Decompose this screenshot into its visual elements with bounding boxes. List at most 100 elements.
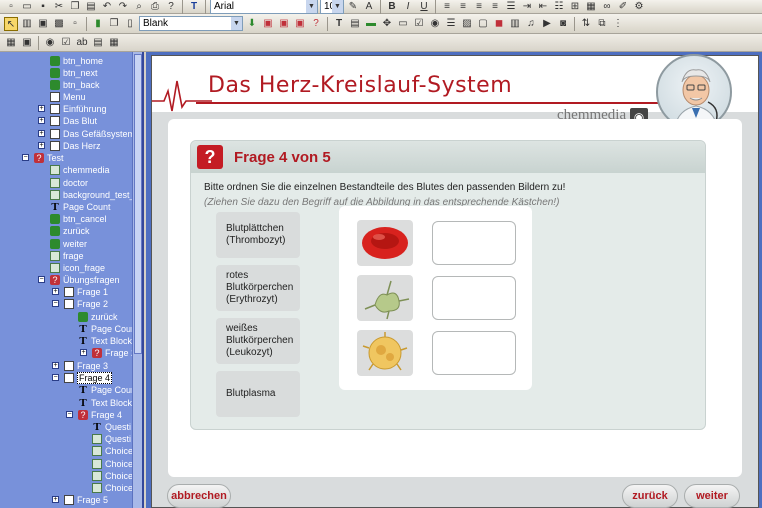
tree-item[interactable]: +? Frage 2 xyxy=(80,347,136,359)
pointer-tool-icon[interactable]: ↖ xyxy=(4,16,18,31)
collapse-icon[interactable]: − xyxy=(52,374,59,381)
tree-item[interactable]: zurück xyxy=(50,225,90,237)
expand-icon[interactable]: + xyxy=(38,105,45,112)
line-color-icon[interactable]: ✎ xyxy=(346,0,360,14)
tree-item[interactable]: T Page Cour xyxy=(78,384,134,396)
media-icon[interactable]: ▩ xyxy=(52,17,66,31)
align-center-icon[interactable]: ≡ xyxy=(456,0,470,14)
tree-item[interactable]: Choice xyxy=(92,470,133,482)
open-icon[interactable]: ▭ xyxy=(20,0,34,14)
wrap-icon[interactable]: ⊞ xyxy=(568,0,582,14)
tree-item[interactable]: + Frage 5 xyxy=(52,494,108,506)
term-drag-item[interactable]: weißes Blutkörperchen (Leukozyt) xyxy=(216,318,300,364)
list-icon[interactable]: ☰ xyxy=(504,0,518,14)
tree-item[interactable]: btn_home xyxy=(50,55,103,67)
tree-item[interactable]: −? Übungsfragen xyxy=(38,274,120,286)
table-tool-icon[interactable]: ▦ xyxy=(107,36,121,50)
term-drag-item[interactable]: Blutplasma xyxy=(216,371,300,417)
font-name-select[interactable]: Arial ▼ xyxy=(210,0,318,14)
drop-slot[interactable] xyxy=(432,276,516,320)
group-icon[interactable]: ⧉ xyxy=(595,17,609,31)
flash-icon[interactable]: ◼ xyxy=(492,17,506,31)
copy-icon[interactable]: ❐ xyxy=(68,0,82,14)
tree-item[interactable]: − Frage 4 xyxy=(52,372,113,384)
tree-item[interactable]: T Questi xyxy=(92,421,131,433)
grid-icon[interactable]: ▦ xyxy=(4,36,18,50)
tree-item[interactable]: btn_next xyxy=(50,67,98,79)
video-icon[interactable]: ▶ xyxy=(540,17,554,31)
copy-page-icon[interactable]: ❐ xyxy=(107,17,121,31)
input-object-icon[interactable]: ▭ xyxy=(396,17,410,31)
bold-icon[interactable]: B xyxy=(385,0,399,14)
term-drag-item[interactable]: rotes Blutkörperchen (Erythrozyt) xyxy=(216,265,300,311)
collapse-icon[interactable]: − xyxy=(52,300,59,307)
tree-item[interactable]: T Text Block xyxy=(78,335,132,347)
list-object-icon[interactable]: ☰ xyxy=(444,17,458,31)
arrange-icon[interactable]: ⇅ xyxy=(579,17,593,31)
image-object-icon[interactable]: ▤ xyxy=(348,17,362,31)
table-icon[interactable]: ▦ xyxy=(584,0,598,14)
field-tool-icon[interactable]: ab xyxy=(75,36,89,50)
expand-icon[interactable]: + xyxy=(80,349,87,356)
align-left-icon[interactable]: ≡ xyxy=(440,0,454,14)
page-layout-icon[interactable]: ▥ xyxy=(20,17,34,31)
blank-page-icon[interactable]: ▯ xyxy=(123,17,137,31)
tree-item[interactable]: −? Frage 4 xyxy=(66,409,122,421)
help-question-icon[interactable]: ? xyxy=(309,17,323,31)
radio-object-icon[interactable]: ◉ xyxy=(428,17,442,31)
tree-item[interactable]: doctor xyxy=(50,177,88,189)
hotspot-icon[interactable]: ✥ xyxy=(380,17,394,31)
help-icon[interactable]: ? xyxy=(164,0,178,14)
expand-icon[interactable]: + xyxy=(38,130,45,137)
tree-item[interactable]: chemmedia xyxy=(50,164,110,176)
film-icon[interactable]: ◙ xyxy=(556,17,570,31)
text-tool-icon[interactable]: T xyxy=(187,0,201,14)
frame-layout-icon[interactable]: ▣ xyxy=(20,36,34,50)
expand-icon[interactable]: + xyxy=(38,117,45,124)
tree-item[interactable]: + Frage 1 xyxy=(52,286,108,298)
style-select[interactable]: Blank ▼ xyxy=(139,16,243,31)
undo-icon[interactable]: ↶ xyxy=(100,0,114,14)
tree-item[interactable]: btn_cancel xyxy=(50,213,107,225)
question-icon[interactable]: ▣ xyxy=(261,17,275,31)
scroll-thumb[interactable] xyxy=(134,54,142,354)
cancel-button[interactable]: abbrechen xyxy=(167,484,231,508)
tree-item[interactable]: Choice xyxy=(92,458,133,470)
tree-item[interactable]: + Frage 3 xyxy=(52,360,108,372)
font-size-select[interactable]: 10 ▼ xyxy=(320,0,344,14)
frame-icon[interactable]: ▣ xyxy=(36,17,50,31)
align-right-icon[interactable]: ≡ xyxy=(472,0,486,14)
drop-slot[interactable] xyxy=(432,221,516,265)
save-icon[interactable]: ▪ xyxy=(36,0,50,14)
indent-icon[interactable]: ⇥ xyxy=(520,0,534,14)
target-object-icon[interactable]: ▢ xyxy=(476,17,490,31)
chart-object-icon[interactable]: ▥ xyxy=(508,17,522,31)
tree-item[interactable]: Choice xyxy=(92,445,133,457)
cut-icon[interactable]: ✂ xyxy=(52,0,66,14)
font-color-icon[interactable]: A xyxy=(362,0,376,14)
tree-item[interactable]: − Frage 2 xyxy=(52,298,108,310)
more-tools-icon[interactable]: ⋮ xyxy=(611,17,625,31)
audio-icon[interactable]: ♫ xyxy=(524,17,538,31)
tree-item[interactable]: + Das Blut xyxy=(38,115,97,127)
tree-item[interactable]: icon_frage xyxy=(50,262,105,274)
term-drag-item[interactable]: Blutplättchen (Thrombozyt) xyxy=(216,212,300,258)
expand-icon[interactable]: + xyxy=(52,288,59,295)
justify-icon[interactable]: ≡ xyxy=(488,0,502,14)
collapse-icon[interactable]: − xyxy=(66,411,73,418)
tree-scrollbar[interactable] xyxy=(132,52,142,508)
tree-item[interactable]: + Das Gefäßsystem xyxy=(38,128,135,140)
underline-icon[interactable]: U xyxy=(417,0,431,14)
tree-item[interactable]: zurück xyxy=(78,311,118,323)
tree-item[interactable]: weiter xyxy=(50,238,87,250)
print-icon[interactable]: ⎙ xyxy=(148,0,162,14)
tree-item[interactable]: Questi xyxy=(92,433,131,445)
survey-icon[interactable]: ▣ xyxy=(293,17,307,31)
tree-item[interactable]: T Page Count xyxy=(50,201,110,213)
expand-icon[interactable]: + xyxy=(52,362,59,369)
spacing-icon[interactable]: ☷ xyxy=(552,0,566,14)
tree-item[interactable]: + Einführung xyxy=(38,103,107,115)
brush-icon[interactable]: ✐ xyxy=(616,0,630,14)
settings-icon[interactable]: ⚙ xyxy=(632,0,646,14)
apply-style-icon[interactable]: ⬇ xyxy=(245,17,259,31)
